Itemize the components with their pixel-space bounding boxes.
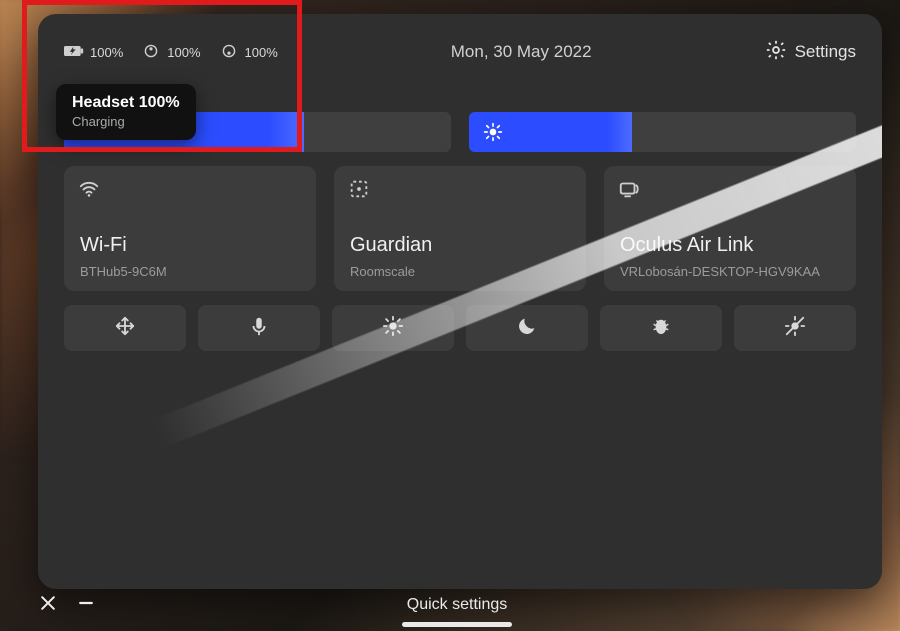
brightness-icon <box>483 122 503 142</box>
qbtn-brightness[interactable] <box>332 305 454 351</box>
wifi-icon <box>78 178 100 205</box>
settings-label: Settings <box>795 42 856 62</box>
sun-slash-icon <box>784 315 806 342</box>
controller-right-icon <box>219 44 239 61</box>
mic-icon <box>248 315 270 342</box>
dock-bar: Quick settings <box>32 585 882 625</box>
card-airlink[interactable]: Oculus Air Link VRLobosán-DESKTOP-HGV9KA… <box>604 166 856 291</box>
close-icon[interactable] <box>38 593 58 618</box>
card-guardian[interactable]: Guardian Roomscale <box>334 166 586 291</box>
dock-title: Quick settings <box>407 596 507 614</box>
battery-left-controller[interactable]: 100% <box>141 44 200 61</box>
battery-right-pct: 100% <box>245 45 278 60</box>
cards-row: Wi-Fi BTHub5-9C6M Guardian Roomscale Ocu… <box>64 166 856 291</box>
battery-headset[interactable]: 100% <box>64 44 123 61</box>
sun-icon <box>382 315 404 342</box>
qbtn-move[interactable] <box>64 305 186 351</box>
minimize-icon[interactable] <box>76 593 96 618</box>
card-guardian-title: Guardian <box>350 234 432 257</box>
airlink-icon <box>618 178 640 205</box>
bug-icon <box>650 315 672 342</box>
battery-status-group[interactable]: 100% 100% 100% <box>64 44 278 61</box>
card-guardian-subtitle: Roomscale <box>350 264 415 279</box>
qbtn-night[interactable] <box>466 305 588 351</box>
battery-right-controller[interactable]: 100% <box>219 44 278 61</box>
quick-buttons-row <box>64 305 856 351</box>
gear-icon <box>765 39 787 66</box>
battery-left-pct: 100% <box>167 45 200 60</box>
guardian-icon <box>348 178 370 205</box>
header-row: 100% 100% 100% Mon, 30 May 2022 Settings <box>64 32 856 72</box>
battery-charging-icon <box>64 44 84 61</box>
card-wifi-subtitle: BTHub5-9C6M <box>80 264 167 279</box>
qbtn-mic[interactable] <box>198 305 320 351</box>
card-airlink-title: Oculus Air Link <box>620 234 753 257</box>
card-airlink-subtitle: VRLobosán-DESKTOP-HGV9KAA <box>620 264 820 279</box>
tooltip-subtitle: Charging <box>72 114 180 129</box>
battery-tooltip: Headset 100% Charging <box>56 84 196 140</box>
settings-button[interactable]: Settings <box>765 39 856 66</box>
tooltip-title: Headset 100% <box>72 94 180 112</box>
move-icon <box>114 315 136 342</box>
date-label: Mon, 30 May 2022 <box>451 42 592 62</box>
card-wifi[interactable]: Wi-Fi BTHub5-9C6M <box>64 166 316 291</box>
qbtn-record-off[interactable] <box>734 305 856 351</box>
quick-settings-panel: 100% 100% 100% Mon, 30 May 2022 Settings <box>38 14 882 589</box>
controller-left-icon <box>141 44 161 61</box>
qbtn-bug[interactable] <box>600 305 722 351</box>
moon-icon <box>516 315 538 342</box>
brightness-slider[interactable] <box>469 112 856 152</box>
battery-headset-pct: 100% <box>90 45 123 60</box>
dock-handle[interactable] <box>402 622 512 627</box>
card-wifi-title: Wi-Fi <box>80 234 127 257</box>
